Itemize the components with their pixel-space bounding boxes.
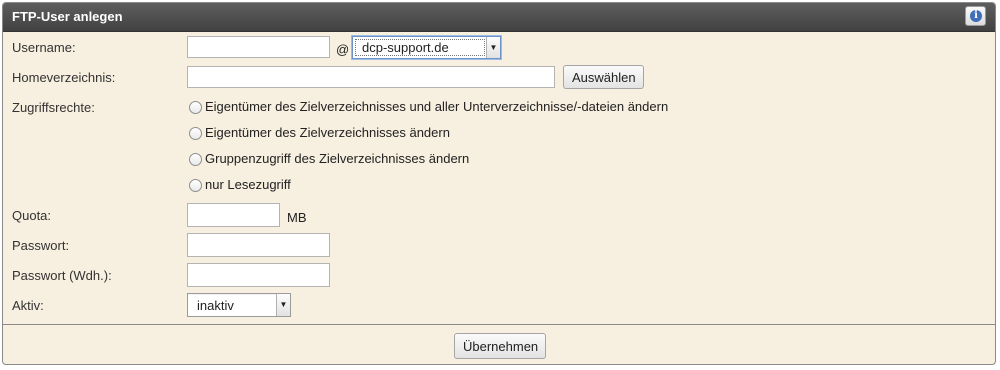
submit-button[interactable]: Übernehmen — [454, 333, 546, 359]
chevron-down-icon: ▼ — [486, 37, 500, 58]
access-label: Zugriffsrechte: — [12, 100, 95, 115]
radio-button[interactable] — [189, 127, 202, 140]
active-select[interactable]: inaktiv ▼ — [187, 293, 291, 317]
password-label: Passwort: — [12, 238, 70, 253]
info-icon: i — [970, 10, 982, 22]
access-option-label: Eigentümer des Zielverzeichnisses und al… — [205, 99, 669, 114]
quota-label: Quota: — [12, 208, 52, 223]
info-button[interactable]: i — [965, 6, 986, 26]
radio-button[interactable] — [189, 101, 202, 114]
home-directory-input[interactable] — [187, 66, 555, 88]
password-input[interactable] — [187, 233, 330, 257]
quota-unit: MB — [287, 210, 307, 225]
chevron-down-icon: ▼ — [276, 294, 290, 316]
password-repeat-input[interactable] — [187, 263, 330, 287]
access-option-label: Eigentümer des Zielverzeichnisses ändern — [205, 125, 450, 140]
panel-footer: Übernehmen — [3, 324, 995, 364]
password-repeat-label: Passwort (Wdh.): — [12, 268, 112, 283]
ftp-user-panel: FTP-User anlegen i Username: @ dcp-suppo… — [2, 2, 996, 365]
access-option-label: Gruppenzugriff des Zielverzeichnisses än… — [205, 151, 470, 166]
radio-button[interactable] — [189, 179, 202, 192]
panel-title: FTP-User anlegen — [12, 9, 123, 24]
quota-input[interactable] — [187, 203, 280, 227]
active-select-value: inaktiv — [197, 298, 234, 313]
home-label: Homeverzeichnis: — [12, 70, 116, 85]
at-separator: @ — [336, 42, 350, 57]
active-label: Aktiv: — [12, 298, 44, 313]
radio-button[interactable] — [189, 153, 202, 166]
domain-select-value: dcp-support.de — [362, 40, 449, 55]
username-label: Username: — [12, 40, 76, 55]
panel-header: FTP-User anlegen i — [3, 3, 995, 32]
select-directory-button[interactable]: Auswählen — [563, 65, 644, 89]
domain-select[interactable]: dcp-support.de ▼ — [352, 36, 501, 59]
username-input[interactable] — [187, 36, 330, 58]
access-option-label: nur Lesezugriff — [205, 177, 291, 192]
